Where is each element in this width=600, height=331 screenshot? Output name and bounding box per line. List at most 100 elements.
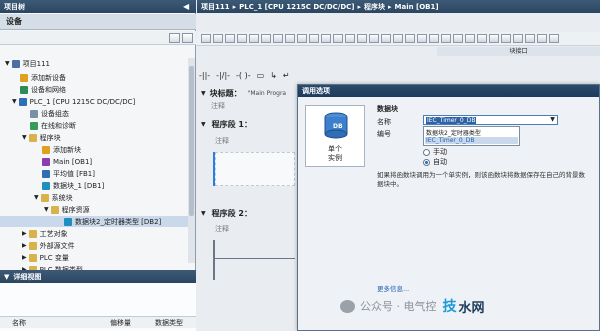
tree-item-technology-objects[interactable]: ▶ 工艺对象	[0, 228, 68, 239]
tree-overview-icon[interactable]	[182, 33, 193, 43]
tree-item-program-blocks[interactable]: ▼ 程序块	[0, 132, 61, 143]
expand-arrow-icon[interactable]: ▶	[22, 230, 27, 237]
expand-arrow-icon[interactable]: ▼	[12, 98, 17, 105]
toolbar-button-icon[interactable]	[357, 34, 367, 43]
single-instance-option[interactable]: DB 单个 实例	[305, 105, 365, 167]
detail-column-name[interactable]: 名称	[12, 318, 26, 328]
tree-item-db2[interactable]: 数据块2_定时器类型 [DB2]	[0, 216, 190, 227]
watermark: 公众号 · 电气控 技 水网	[340, 296, 485, 316]
manual-radio[interactable]: 手动	[423, 147, 447, 157]
collapse-icon[interactable]: ▼	[201, 121, 206, 128]
name-combobox[interactable]: IEC_Timer_0_DB ▼	[423, 115, 558, 125]
tree-item-external-sources[interactable]: ▶ 外部源文件	[0, 240, 75, 251]
box-icon[interactable]: ▭	[257, 71, 265, 80]
tree-item-system-blocks[interactable]: ▼ 系统块	[0, 192, 73, 203]
nc-contact-icon[interactable]: -|/|-	[216, 71, 230, 80]
toolbar-button-icon[interactable]	[213, 34, 223, 43]
toolbar-button-icon[interactable]	[549, 34, 559, 43]
toolbar-button-icon[interactable]	[417, 34, 427, 43]
collapse-icon[interactable]: ▼	[201, 90, 206, 97]
detail-column-offset[interactable]: 偏移量	[110, 318, 131, 328]
block-title-value[interactable]: "Main Progra	[248, 90, 286, 97]
radio-icon[interactable]	[423, 148, 430, 156]
toolbar-button-icon[interactable]	[441, 34, 451, 43]
toolbar-button-icon[interactable]	[477, 34, 487, 43]
toolbar-button-icon[interactable]	[225, 34, 235, 43]
toolbar-button-icon[interactable]	[381, 34, 391, 43]
detail-column-datatype[interactable]: 数据类型	[155, 318, 183, 328]
toolbar-button-icon[interactable]	[525, 34, 535, 43]
add-device-icon	[20, 73, 28, 82]
toolbar-button-icon[interactable]	[237, 34, 247, 43]
collapse-icon[interactable]: ▼	[201, 210, 206, 217]
toolbar-button-icon[interactable]	[429, 34, 439, 43]
expand-arrow-icon[interactable]: ▶	[22, 242, 27, 249]
chevron-down-icon[interactable]: ▼	[548, 116, 557, 124]
expand-arrow-icon[interactable]: ▼	[34, 194, 39, 201]
expand-arrow-icon[interactable]: ▼	[44, 206, 49, 213]
toolbar-button-icon[interactable]	[405, 34, 415, 43]
network-comment-text: 注释	[215, 225, 229, 233]
toolbar-button-icon[interactable]	[513, 34, 523, 43]
toolbar-button-icon[interactable]	[321, 34, 331, 43]
open-branch-icon[interactable]: ↳	[270, 71, 277, 80]
toolbar-button-icon[interactable]	[285, 34, 295, 43]
breadcrumb-item[interactable]: Main [OB1]	[395, 3, 439, 11]
toolbar-button-icon[interactable]	[273, 34, 283, 43]
coil-icon[interactable]: -( )-	[236, 71, 251, 80]
toolbar-button-icon[interactable]	[333, 34, 343, 43]
breadcrumb-item[interactable]: PLC_1 [CPU 1215C DC/DC/DC]	[239, 3, 354, 11]
more-info-link[interactable]: 更多信息...	[377, 283, 409, 293]
expand-arrow-icon[interactable]: ▼	[22, 134, 27, 141]
tree-item-devices-networks[interactable]: 设备和网络	[0, 84, 66, 95]
tree-item-main-ob1[interactable]: Main [OB1]	[0, 156, 92, 167]
toolbar-button-icon[interactable]	[501, 34, 511, 43]
auto-radio[interactable]: 自动	[423, 157, 447, 167]
block-interface-bar[interactable]: 块接口	[437, 47, 600, 56]
breadcrumb-separator: ▸	[357, 2, 361, 11]
tree-item-project[interactable]: ▼ 项目111	[0, 58, 50, 69]
toolbar-button-icon[interactable]	[489, 34, 499, 43]
expand-arrow-icon[interactable]: ▼	[5, 60, 10, 67]
dropdown-option[interactable]: IEC_Timer_0_DB	[425, 137, 518, 144]
breadcrumb-item[interactable]: 程序块	[364, 2, 385, 12]
folder-icon	[28, 229, 37, 238]
toolbar-button-icon[interactable]	[393, 34, 403, 43]
tree-item-label: 在线和诊断	[41, 121, 76, 130]
radio-selected-icon[interactable]	[423, 158, 430, 166]
expand-arrow-icon[interactable]: ▶	[22, 254, 27, 261]
toolbar-button-icon[interactable]	[297, 34, 307, 43]
toolbar-button-icon[interactable]	[261, 34, 271, 43]
tree-item-plc-tags[interactable]: ▶ PLC 变量	[0, 252, 69, 263]
collapse-left-icon[interactable]: ◀	[183, 2, 192, 11]
toolbar-button-icon[interactable]	[453, 34, 463, 43]
tree-item-online-diagnostics[interactable]: 在线和诊断	[0, 120, 76, 131]
tree-item-db1[interactable]: 数据块_1 [DB1]	[0, 180, 104, 191]
detail-view-title: 详细视图	[13, 272, 42, 281]
network-1-comment[interactable]: 注释	[215, 136, 305, 146]
tree-scrollbar-thumb[interactable]	[189, 66, 194, 216]
toolbar-button-icon[interactable]	[345, 34, 355, 43]
close-branch-icon[interactable]: ↵	[283, 71, 290, 80]
tree-item-device-config[interactable]: 设备组态	[0, 108, 69, 119]
tree-item-program-resources[interactable]: ▼ 程序资源	[0, 204, 90, 215]
tree-item-plc[interactable]: ▼ PLC_1 [CPU 1215C DC/DC/DC]	[0, 96, 135, 107]
toolbar-button-icon[interactable]	[249, 34, 259, 43]
breadcrumb-item[interactable]: 项目111	[201, 2, 230, 12]
dropdown-option[interactable]: 数据块2_定时器类型	[426, 128, 481, 137]
tree-scrollbar[interactable]	[188, 58, 195, 263]
tree-item-average-fb1[interactable]: 平均值 [FB1]	[0, 168, 95, 179]
toolbar-button-icon[interactable]	[369, 34, 379, 43]
no-contact-icon[interactable]: -||-	[199, 71, 210, 80]
toolbar-button-icon[interactable]	[309, 34, 319, 43]
dialog-titlebar[interactable]: 调用选项	[298, 85, 599, 97]
network-2-comment[interactable]: 注释	[215, 224, 305, 234]
toolbar-button-icon[interactable]	[201, 34, 211, 43]
network-1-rung[interactable]	[215, 152, 295, 186]
toolbar-button-icon[interactable]	[537, 34, 547, 43]
tree-item-add-block[interactable]: 添加新块	[0, 144, 81, 155]
tree-item-add-device[interactable]: 添加新设备	[0, 72, 66, 83]
toolbar-button-icon[interactable]	[465, 34, 475, 43]
tree-view-toggle-icon[interactable]	[169, 33, 180, 43]
detail-expand-icon[interactable]: ▼	[4, 273, 9, 281]
